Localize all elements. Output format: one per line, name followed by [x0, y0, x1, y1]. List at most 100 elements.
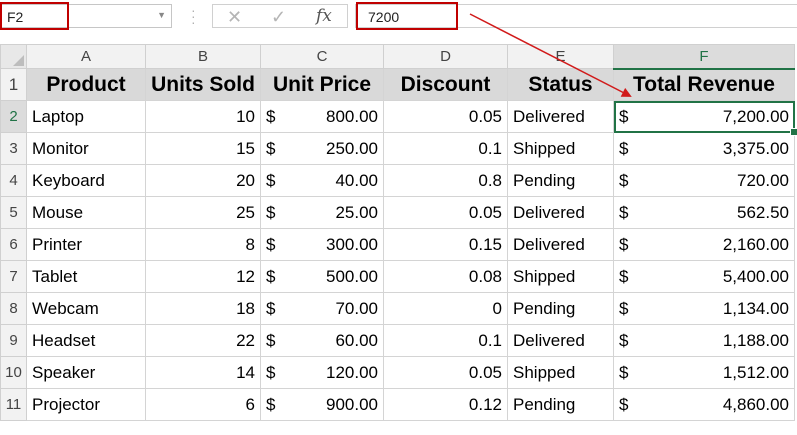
cell-unit-price[interactable]: $300.00: [260, 228, 384, 261]
cell-total-revenue[interactable]: $4,860.00: [613, 388, 795, 421]
table-row: 5 Mouse 25 $25.00 0.05 Delivered $562.50: [0, 196, 795, 229]
currency-symbol: $: [266, 234, 276, 254]
cell-unit-price[interactable]: $70.00: [260, 292, 384, 325]
drag-handle-icon[interactable]: · · ·: [191, 3, 196, 29]
cell-status[interactable]: Shipped: [507, 132, 614, 165]
row-header-5[interactable]: 5: [0, 196, 27, 229]
cell-total-revenue[interactable]: $1,188.00: [613, 324, 795, 357]
cell-unit-price[interactable]: $900.00: [260, 388, 384, 421]
cell-unit-price[interactable]: $250.00: [260, 132, 384, 165]
cancel-icon[interactable]: ✕: [227, 7, 242, 28]
cell-status[interactable]: Pending: [507, 164, 614, 197]
table-row: 11 Projector 6 $900.00 0.12 Pending $4,860.00: [0, 388, 795, 421]
currency-symbol: $: [619, 362, 629, 382]
cell-discount[interactable]: 0.08: [383, 260, 508, 293]
row-header-1[interactable]: 1: [0, 68, 27, 101]
cell-total-revenue[interactable]: $562.50: [613, 196, 795, 229]
cell-total-revenue[interactable]: $1,512.00: [613, 356, 795, 389]
enter-icon[interactable]: ✓: [271, 7, 286, 28]
cell-units-sold[interactable]: 12: [145, 260, 261, 293]
chevron-down-icon[interactable]: ▼: [157, 10, 166, 20]
cell-product[interactable]: Tablet: [26, 260, 146, 293]
cell-discount[interactable]: 0.05: [383, 356, 508, 389]
column-header-b[interactable]: B: [145, 44, 261, 69]
header-cell-discount[interactable]: Discount: [383, 68, 508, 101]
header-cell-total-revenue[interactable]: Total Revenue: [613, 68, 795, 101]
cell-unit-price[interactable]: $120.00: [260, 356, 384, 389]
row-header-9[interactable]: 9: [0, 324, 27, 357]
cell-units-sold[interactable]: 20: [145, 164, 261, 197]
table-row: 6 Printer 8 $300.00 0.15 Delivered $2,160.00: [0, 228, 795, 261]
cell-units-sold[interactable]: 8: [145, 228, 261, 261]
cell-discount[interactable]: 0.8: [383, 164, 508, 197]
header-cell-units-sold[interactable]: Units Sold: [145, 68, 261, 101]
cell-status[interactable]: Pending: [507, 292, 614, 325]
column-header-d[interactable]: D: [383, 44, 508, 69]
row-header-6[interactable]: 6: [0, 228, 27, 261]
cell-product[interactable]: Laptop: [26, 100, 146, 133]
cell-discount[interactable]: 0.12: [383, 388, 508, 421]
cell-unit-price[interactable]: $40.00: [260, 164, 384, 197]
cell-units-sold[interactable]: 6: [145, 388, 261, 421]
cell-units-sold[interactable]: 15: [145, 132, 261, 165]
column-header-e[interactable]: E: [507, 44, 614, 69]
cell-total-revenue[interactable]: $5,400.00: [613, 260, 795, 293]
cell-discount[interactable]: 0.1: [383, 132, 508, 165]
header-cell-status[interactable]: Status: [507, 68, 614, 101]
cell-status[interactable]: Delivered: [507, 196, 614, 229]
header-cell-unit-price[interactable]: Unit Price: [260, 68, 384, 101]
row-header-10[interactable]: 10: [0, 356, 27, 389]
header-cell-product[interactable]: Product: [26, 68, 146, 101]
cell-discount[interactable]: 0.1: [383, 324, 508, 357]
cell-discount[interactable]: 0.15: [383, 228, 508, 261]
cell-product[interactable]: Printer: [26, 228, 146, 261]
row-header-4[interactable]: 4: [0, 164, 27, 197]
cell-total-revenue[interactable]: $2,160.00: [613, 228, 795, 261]
cell-status[interactable]: Shipped: [507, 356, 614, 389]
active-cell-f2[interactable]: $7,200.00: [613, 100, 795, 133]
cell-unit-price[interactable]: $800.00: [260, 100, 384, 133]
cell-product[interactable]: Speaker: [26, 356, 146, 389]
currency-symbol: $: [619, 202, 629, 222]
currency-symbol: $: [266, 106, 276, 126]
fill-handle[interactable]: [789, 127, 797, 136]
cell-product[interactable]: Headset: [26, 324, 146, 357]
cell-status[interactable]: Shipped: [507, 260, 614, 293]
insert-function-icon[interactable]: fx: [316, 6, 332, 26]
row-header-2[interactable]: 2: [0, 100, 27, 133]
cell-status[interactable]: Delivered: [507, 324, 614, 357]
cell-unit-price[interactable]: $500.00: [260, 260, 384, 293]
column-header-a[interactable]: A: [26, 44, 146, 69]
cell-units-sold[interactable]: 25: [145, 196, 261, 229]
cell-product[interactable]: Monitor: [26, 132, 146, 165]
cell-units-sold[interactable]: 14: [145, 356, 261, 389]
cell-units-sold[interactable]: 18: [145, 292, 261, 325]
cell-discount[interactable]: 0.05: [383, 100, 508, 133]
cell-status[interactable]: Delivered: [507, 228, 614, 261]
column-header-c[interactable]: C: [260, 44, 384, 69]
cell-unit-price[interactable]: $25.00: [260, 196, 384, 229]
cell-total-revenue[interactable]: $3,375.00: [613, 132, 795, 165]
cell-product[interactable]: Projector: [26, 388, 146, 421]
row-header-8[interactable]: 8: [0, 292, 27, 325]
row-header-11[interactable]: 11: [0, 388, 27, 421]
cell-unit-price[interactable]: $60.00: [260, 324, 384, 357]
cell-units-sold[interactable]: 10: [145, 100, 261, 133]
cell-status[interactable]: Delivered: [507, 100, 614, 133]
amount-value: 3,375.00: [722, 138, 789, 158]
cell-product[interactable]: Webcam: [26, 292, 146, 325]
select-all-button[interactable]: [0, 44, 27, 69]
cell-total-revenue[interactable]: $1,134.00: [613, 292, 795, 325]
column-header-f[interactable]: F: [613, 44, 795, 70]
cell-status[interactable]: Pending: [507, 388, 614, 421]
cell-discount[interactable]: 0: [383, 292, 508, 325]
row-header-3[interactable]: 3: [0, 132, 27, 165]
currency-symbol: $: [619, 394, 629, 414]
cell-total-revenue[interactable]: $720.00: [613, 164, 795, 197]
cell-product[interactable]: Keyboard: [26, 164, 146, 197]
cell-discount[interactable]: 0.05: [383, 196, 508, 229]
currency-symbol: $: [266, 170, 276, 190]
cell-product[interactable]: Mouse: [26, 196, 146, 229]
row-header-7[interactable]: 7: [0, 260, 27, 293]
cell-units-sold[interactable]: 22: [145, 324, 261, 357]
